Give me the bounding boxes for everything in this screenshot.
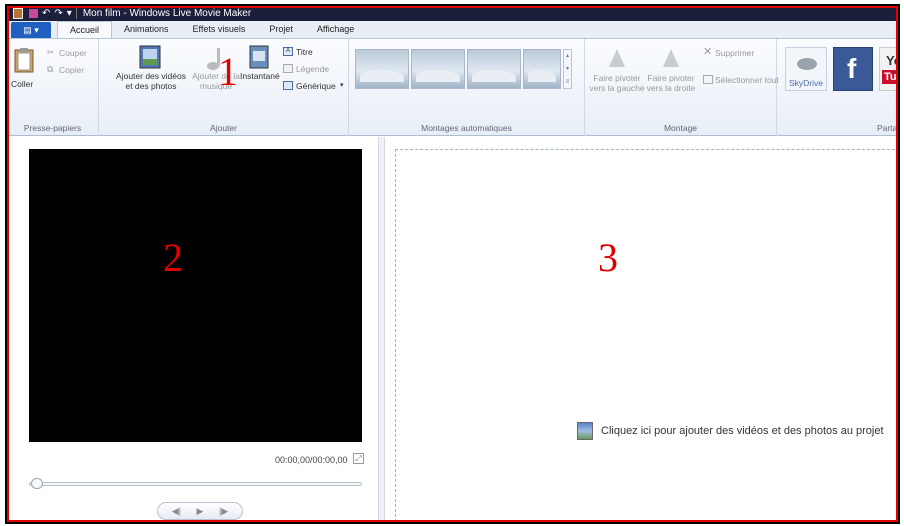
skydrive-icon: [797, 58, 817, 70]
next-frame-icon[interactable]: |▶: [219, 506, 228, 517]
video-preview[interactable]: [29, 149, 362, 442]
app-window: ↶ ↷ ▾ Mon film - Windows Live Movie Make…: [5, 4, 900, 524]
select-all-icon: [703, 75, 713, 84]
rotate-left-label-1: Faire pivoter: [593, 73, 641, 83]
timecode: 00:00,00/00:00,00: [275, 455, 348, 465]
title-bar: ↶ ↷ ▾ Mon film - Windows Live Movie Make…: [7, 6, 898, 21]
fullscreen-icon[interactable]: ⤢: [353, 453, 364, 464]
undo-icon[interactable]: ↶: [42, 8, 50, 19]
group-label-editing: Montage: [663, 123, 698, 133]
film-photo-icon: [577, 422, 593, 440]
quick-access-toolbar: ↶ ↷ ▾: [7, 6, 77, 21]
youtube-label-1: You: [886, 53, 898, 68]
add-videos-label-2: et des photos: [125, 81, 177, 91]
rotate-right-label-1: Faire pivoter: [647, 73, 695, 83]
facebook-button[interactable]: f: [833, 47, 873, 91]
ribbon-tabs: ▤ ▾ Accueil Animations Effets visuels Pr…: [7, 21, 898, 39]
group-clipboard: Coller ✂ Couper ⧉ Copier Presse-papiers: [7, 39, 99, 136]
automovie-theme-4[interactable]: [523, 49, 561, 89]
group-label-automovie: Montages automatiques: [421, 123, 512, 133]
add-media-hint[interactable]: Cliquez ici pour ajouter des vidéos et d…: [577, 422, 884, 440]
group-share: SkyDrive f You Tube Partag: [777, 39, 900, 136]
window-title: Mon film - Windows Live Movie Maker: [82, 8, 252, 19]
caption-label: Légende: [296, 64, 330, 74]
rotate-right-icon: [663, 49, 679, 67]
storyboard-area[interactable]: [395, 149, 898, 522]
rotate-left-label-2: vers la gauche: [589, 83, 645, 93]
cut-label: Couper: [59, 48, 87, 58]
qat-separator: [75, 8, 77, 19]
group-automovie: ▴ ▾ ≡ Montages automatiques: [349, 39, 585, 136]
annotation-number-2: 2: [163, 235, 183, 280]
rotate-left-icon: [609, 49, 625, 67]
group-label-clipboard: Presse-papiers: [23, 123, 82, 133]
save-icon[interactable]: [29, 9, 38, 18]
playback-controls: ◀| ▶ |▶: [157, 502, 243, 520]
skydrive-button[interactable]: SkyDrive: [785, 47, 827, 91]
automovie-theme-2[interactable]: [411, 49, 465, 89]
paste-icon: [14, 48, 34, 73]
scissors-icon: ✂: [47, 47, 55, 57]
film-photo-icon: [139, 45, 161, 69]
file-menu-icon: ▤ ▾: [23, 24, 39, 35]
automovie-theme-3[interactable]: [467, 49, 521, 89]
delete-label: Supprimer: [715, 48, 755, 58]
panel-splitter[interactable]: [378, 137, 385, 522]
youtube-button[interactable]: You Tube: [879, 47, 898, 91]
title-label: Titre: [296, 47, 313, 57]
credits-icon: [283, 81, 293, 90]
group-label-share: Partag: [876, 123, 900, 133]
delete-x-icon: ✕: [703, 46, 713, 58]
play-icon[interactable]: ▶: [197, 506, 204, 517]
group-label-add: Ajouter: [210, 123, 237, 133]
caption-icon: [283, 64, 293, 73]
seek-bar[interactable]: [29, 482, 362, 486]
select-all-label: Sélectionner tout: [715, 75, 779, 85]
tab-projet[interactable]: Projet: [257, 21, 305, 38]
annotation-number-1: 1: [218, 49, 238, 94]
facebook-icon: f: [847, 53, 857, 84]
paste-label: Coller: [11, 79, 34, 89]
tab-affichage[interactable]: Affichage: [305, 21, 366, 38]
tab-animations[interactable]: Animations: [112, 21, 181, 38]
copy-icon: ⧉: [47, 64, 54, 74]
add-media-hint-text: Cliquez ici pour ajouter des vidéos et d…: [601, 425, 884, 437]
snapshot-icon: [249, 45, 269, 69]
snapshot-label: Instantané: [240, 71, 280, 81]
automovie-theme-1[interactable]: [355, 49, 409, 89]
copy-label: Copier: [59, 65, 85, 75]
tab-effets-visuels[interactable]: Effets visuels: [181, 21, 258, 38]
app-icon: [13, 8, 23, 19]
skydrive-label: SkyDrive: [789, 78, 824, 88]
chevron-down-icon: ▾: [340, 82, 344, 89]
group-editing: Faire pivoter vers la gauche Faire pivot…: [585, 39, 779, 136]
credits-label: Générique: [296, 81, 336, 91]
previous-frame-icon[interactable]: ◀|: [172, 506, 181, 517]
tab-accueil[interactable]: Accueil: [57, 21, 113, 38]
title-icon: A: [283, 47, 293, 56]
rotate-right-label-2: vers la droite: [646, 83, 696, 93]
add-videos-label-1: Ajouter des vidéos: [116, 71, 186, 81]
gallery-scroll[interactable]: ▴ ▾ ≡: [563, 49, 572, 89]
redo-icon[interactable]: ↷: [54, 8, 62, 19]
customize-qat-icon[interactable]: ▾: [67, 8, 72, 19]
annotation-number-3: 3: [598, 235, 618, 280]
youtube-label-2: Tube: [882, 70, 898, 84]
file-menu-button[interactable]: ▤ ▾: [11, 22, 51, 38]
seek-thumb[interactable]: [31, 478, 43, 489]
ribbon: Coller ✂ Couper ⧉ Copier Presse-papiers …: [7, 39, 898, 136]
